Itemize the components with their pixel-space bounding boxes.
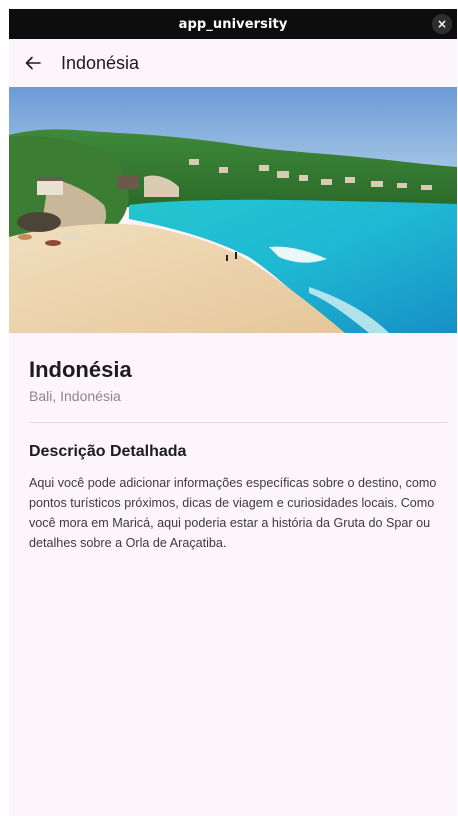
app-bar: Indonésia — [9, 39, 457, 87]
destination-photo — [9, 87, 457, 333]
section-heading: Descrição Detalhada — [29, 443, 187, 460]
window-title: app_university — [178, 16, 288, 32]
app-window: app_university × Indonésia Indonésia Bal… — [9, 9, 457, 816]
close-button[interactable]: × — [432, 14, 452, 34]
description-text: Aqui você pode adicionar informações esp… — [29, 476, 437, 550]
destination-location: Bali, Indonésia — [29, 388, 121, 404]
back-button[interactable] — [11, 39, 55, 87]
arrow-left-icon — [25, 56, 41, 70]
close-icon: × — [436, 17, 448, 31]
window-titlebar[interactable]: app_university × — [9, 9, 457, 39]
destination-title: Indonésia — [29, 357, 132, 382]
appbar-title: Indonésia — [61, 52, 140, 73]
details-section: Indonésia Bali, Indonésia Descrição Deta… — [9, 357, 457, 553]
divider — [29, 422, 447, 423]
